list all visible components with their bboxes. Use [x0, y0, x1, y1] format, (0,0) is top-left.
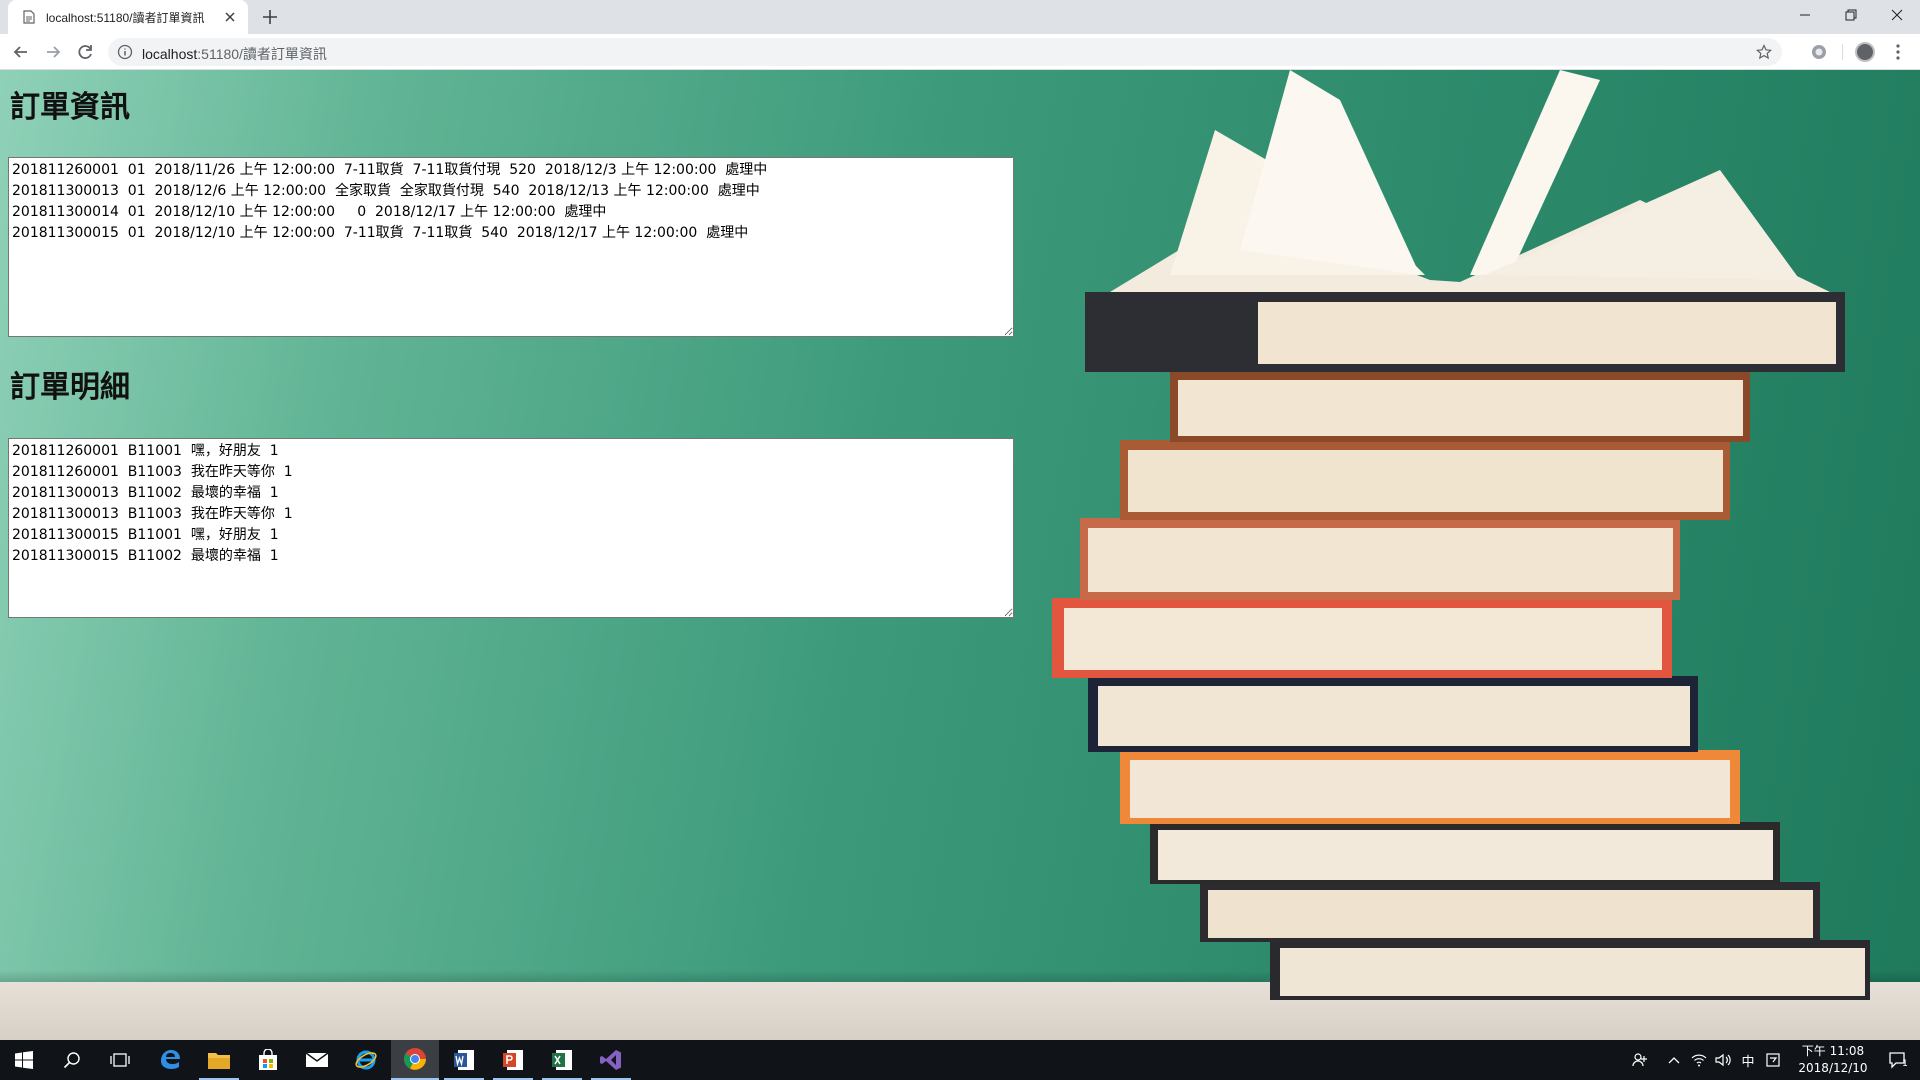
task-view-icon: [110, 1053, 130, 1067]
people-button[interactable]: [1626, 1040, 1654, 1080]
tab-title: localhost:51180/讀者訂單資訊: [46, 10, 205, 25]
people-icon: [1632, 1053, 1647, 1067]
search-icon: [63, 1052, 80, 1069]
back-arrow-icon[interactable]: [10, 41, 32, 63]
restore-button[interactable]: [1828, 0, 1874, 30]
start-button[interactable]: [0, 1040, 48, 1080]
close-tab-icon[interactable]: [222, 9, 238, 25]
browser-toolbar: localhost:51180/讀者訂單資訊: [0, 34, 1920, 70]
notification-count: 1: [1902, 1059, 1908, 1069]
taskbar-clock[interactable]: 下午 11:08 2018/12/10: [1788, 1043, 1878, 1077]
minimize-icon: [1800, 14, 1810, 16]
bookmark-star-icon[interactable]: [1756, 44, 1772, 60]
info-icon[interactable]: [117, 44, 133, 60]
close-icon: [1891, 9, 1903, 21]
page-icon: [23, 10, 35, 24]
excel-button[interactable]: [538, 1040, 586, 1080]
orders-textarea[interactable]: [8, 157, 1014, 337]
file-explorer-button[interactable]: [195, 1040, 243, 1080]
new-tab-icon[interactable]: [260, 7, 280, 27]
edge-button[interactable]: [146, 1040, 194, 1080]
minimize-button[interactable]: [1782, 0, 1828, 30]
mail-icon: [305, 1052, 329, 1067]
speaker-icon: [1715, 1053, 1731, 1067]
close-window-button[interactable]: [1874, 0, 1920, 30]
network-button[interactable]: [1688, 1040, 1710, 1080]
search-button[interactable]: [48, 1040, 96, 1080]
extension-icon[interactable]: [1810, 43, 1828, 61]
book-stack-image: [1052, 70, 1870, 1000]
address-bar[interactable]: localhost:51180/讀者訂單資訊: [108, 38, 1782, 66]
toolbar-divider: [1842, 44, 1843, 60]
profile-avatar[interactable]: [1855, 42, 1875, 62]
page-content: 訂單資訊 訂單明細: [0, 70, 1920, 1040]
show-hidden-icons-button[interactable]: [1664, 1040, 1684, 1080]
folder-icon: [208, 1053, 230, 1069]
chrome-button[interactable]: [391, 1040, 439, 1080]
windows-taskbar: 中 下午 11:08 2018/12/10 1: [0, 1040, 1920, 1080]
url-path: :51180/讀者訂單資訊: [197, 46, 327, 62]
store-button[interactable]: [244, 1040, 292, 1080]
clock-time: 下午 11:08: [1801, 1044, 1865, 1058]
order-details-heading: 訂單明細: [10, 370, 130, 405]
excel-icon: [552, 1050, 572, 1070]
powerpoint-icon: [503, 1050, 523, 1070]
clock-date: 2018/12/10: [1798, 1061, 1868, 1075]
task-view-button[interactable]: [96, 1040, 144, 1080]
ime-mode-button[interactable]: [1762, 1040, 1784, 1080]
chevron-up-icon: [1668, 1057, 1680, 1064]
word-button[interactable]: [440, 1040, 488, 1080]
ime-mode-icon: [1766, 1053, 1780, 1067]
browser-tabstrip: localhost:51180/讀者訂單資訊: [0, 0, 1920, 34]
wifi-icon: [1691, 1054, 1707, 1067]
powerpoint-button[interactable]: [489, 1040, 537, 1080]
visual-studio-icon: [600, 1050, 621, 1070]
url-text: localhost:51180/讀者訂單資訊: [142, 44, 327, 64]
order-details-textarea[interactable]: [8, 438, 1014, 618]
word-icon: [454, 1050, 474, 1070]
forward-arrow-icon[interactable]: [42, 41, 64, 63]
orders-heading: 訂單資訊: [10, 90, 130, 125]
edge-icon: [161, 1050, 180, 1069]
store-icon: [259, 1049, 277, 1070]
ie-icon: [355, 1050, 377, 1070]
more-menu-icon[interactable]: [1888, 42, 1908, 62]
windows-logo-icon: [15, 1051, 33, 1069]
action-center-button[interactable]: 1: [1880, 1040, 1916, 1080]
mail-button[interactable]: [293, 1040, 341, 1080]
restore-icon: [1845, 9, 1857, 21]
internet-explorer-button[interactable]: [342, 1040, 390, 1080]
volume-button[interactable]: [1712, 1040, 1734, 1080]
ime-indicator[interactable]: 中: [1736, 1040, 1760, 1080]
chrome-icon: [404, 1048, 426, 1070]
visual-studio-button[interactable]: [587, 1040, 635, 1080]
url-host: localhost: [142, 46, 198, 62]
reload-icon[interactable]: [74, 41, 96, 63]
browser-tab[interactable]: localhost:51180/讀者訂單資訊: [8, 0, 248, 34]
